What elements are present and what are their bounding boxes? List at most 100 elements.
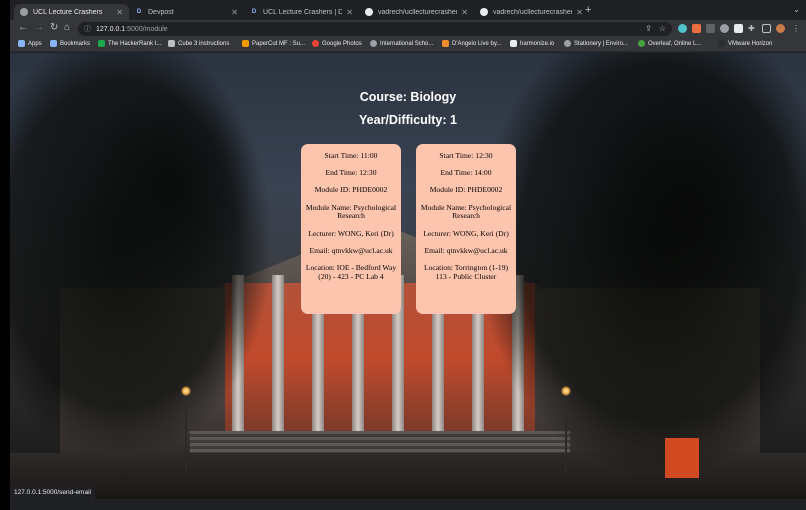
bookmark-label: PaperCut MF : Su...	[252, 40, 306, 47]
tab-github-repo-2[interactable]: vadrech/ucllecturecrashers ✕	[474, 4, 589, 20]
devpost-icon: D	[136, 9, 142, 15]
close-icon[interactable]: ✕	[116, 8, 123, 17]
lecturer: Lecturer: WONG, Keri (Dr)	[423, 228, 509, 238]
google-photos-icon	[312, 40, 319, 47]
info-icon[interactable]: ⓘ	[84, 24, 91, 34]
address-bar[interactable]: ⓘ 127.0.0.1:5000/module ⇪ ☆	[78, 22, 672, 36]
extension-icon[interactable]	[734, 24, 743, 33]
bookmark-harmonize[interactable]: harmonize.io	[510, 40, 554, 47]
extension-icon[interactable]	[678, 24, 687, 33]
extension-icon[interactable]	[706, 24, 715, 33]
bookmark-papercut[interactable]: PaperCut MF : Su...	[242, 40, 305, 47]
address-path: :5000/module	[125, 25, 168, 33]
tab-title: UCL Lecture Crashers | Devpo	[263, 8, 343, 16]
tab-devpost-project[interactable]: D UCL Lecture Crashers | Devpo ✕	[244, 4, 359, 20]
star-bookmark-icon[interactable]: ☆	[659, 24, 666, 33]
bookmark-label: Bookmarks	[60, 40, 91, 47]
status-url: 127.0.0.1:5000/send-email	[10, 487, 95, 499]
lecture-card[interactable]: Start Time: 12:30 End Time: 14:00 Module…	[416, 144, 516, 314]
tab-title: vadrech/ucllecturecrashers	[493, 8, 573, 16]
close-icon[interactable]: ✕	[231, 8, 238, 17]
puzzle-extensions-icon[interactable]: ✚	[748, 24, 755, 33]
background-sign	[665, 438, 699, 478]
cube-icon	[168, 40, 175, 47]
apps-grid-icon	[18, 40, 25, 47]
bookmark-label: Google Photos	[322, 40, 362, 47]
bookmark-dangelo[interactable]: D'Angelo Live by...	[442, 40, 501, 47]
avatar[interactable]	[776, 24, 785, 33]
address-host: 127.0.0.1	[96, 25, 126, 33]
star-icon	[50, 40, 57, 47]
location: Location: Torrington (1-19) 113 - Public…	[423, 263, 509, 281]
reload-icon[interactable]: ↻	[50, 22, 58, 33]
back-arrow-icon[interactable]: ←	[18, 22, 28, 33]
bookmark-label: Stationery | Enviro...	[574, 40, 628, 47]
tab-search-icon[interactable]: ⌄	[793, 5, 800, 14]
bookmark-apps[interactable]: Apps	[18, 40, 42, 47]
github-icon	[480, 8, 488, 16]
github-icon	[365, 8, 373, 16]
tab-ucl-lecture-crashers[interactable]: UCL Lecture Crashers ✕	[14, 4, 129, 20]
tab-title: Devpost	[148, 8, 174, 16]
toolbar: ← → ↻ ⌂ ⓘ 127.0.0.1:5000/module ⇪ ☆ ✚ ⋮	[10, 20, 806, 38]
globe-icon	[20, 8, 28, 16]
browser-window: UCL Lecture Crashers ✕ D Devpost ✕ D UCL…	[10, 0, 806, 510]
bookmark-hackerrank[interactable]: The HackerRank I...	[98, 40, 161, 47]
tab-title: vadrech/ucllecturecrashers	[378, 8, 458, 16]
tab-title: UCL Lecture Crashers	[33, 8, 103, 16]
home-icon[interactable]: ⌂	[64, 22, 70, 33]
papercut-icon	[242, 40, 249, 47]
lecture-card[interactable]: Start Time: 11:00 End Time: 12:30 Module…	[301, 144, 401, 314]
lamp-post	[565, 393, 567, 473]
bookmarks-bar: Apps Bookmarks The HackerRank I... Cube …	[10, 38, 806, 52]
share-icon[interactable]: ⇪	[645, 24, 652, 33]
start-time: Start Time: 11:00	[324, 151, 378, 160]
bookmark-overleaf[interactable]: Overleaf, Online L...	[638, 40, 701, 47]
start-time: Start Time: 12:30	[439, 151, 493, 160]
course-heading: Course: Biology	[359, 90, 457, 104]
bookmark-international-school[interactable]: International Scho...	[370, 40, 433, 47]
harmonize-icon	[510, 40, 517, 47]
devpost-icon: D	[251, 9, 257, 15]
extension-icon[interactable]	[692, 24, 701, 33]
close-icon[interactable]: ✕	[576, 8, 583, 17]
lamp-light	[181, 386, 191, 396]
tab-devpost[interactable]: D Devpost ✕	[129, 4, 244, 20]
bookmark-label: harmonize.io	[520, 40, 555, 47]
email: Email: qtnvkkw@ucl.ac.uk	[424, 245, 508, 255]
tab-github-repo-1[interactable]: vadrech/ucllecturecrashers ✕	[359, 4, 474, 20]
bookmark-stationery[interactable]: Stationery | Enviro...	[564, 40, 628, 47]
bookmark-bookmarks[interactable]: Bookmarks	[50, 40, 90, 47]
bookmark-label: The HackerRank I...	[108, 40, 162, 47]
sidebar-icon[interactable]	[762, 24, 771, 33]
module-id: Module ID: PHDE0002	[429, 185, 503, 195]
email: Email: qtnvkkw@ucl.ac.uk	[309, 245, 393, 255]
close-icon[interactable]: ✕	[346, 8, 353, 17]
lamp-light	[561, 386, 571, 396]
hackerrank-icon	[98, 40, 105, 47]
tab-strip: UCL Lecture Crashers ✕ D Devpost ✕ D UCL…	[10, 0, 806, 20]
bookmark-vmware[interactable]: VMware Horizon	[718, 40, 772, 47]
lecturer: Lecturer: WONG, Keri (Dr)	[308, 228, 394, 238]
end-time: End Time: 14:00	[440, 168, 492, 178]
bookmark-cube3[interactable]: Cube 3 instructions	[168, 40, 229, 47]
bookmark-label: Overleaf, Online L...	[648, 40, 702, 47]
globe-icon	[564, 40, 571, 47]
lamp-post	[185, 393, 187, 473]
end-time: End Time: 12:30	[325, 168, 377, 178]
kebab-menu-icon[interactable]: ⋮	[792, 24, 800, 33]
new-tab-button[interactable]: +	[585, 4, 591, 16]
page-content: Course: Biology Year/Difficulty: 1 Start…	[10, 53, 806, 499]
module-id: Module ID: PHDE0002	[314, 185, 388, 195]
extension-icon[interactable]	[720, 24, 729, 33]
year-heading: Year/Difficulty: 1	[359, 113, 457, 127]
bookmark-google-photos[interactable]: Google Photos	[312, 40, 362, 47]
bookmark-label: Apps	[28, 40, 42, 47]
bookmark-label: D'Angelo Live by...	[452, 40, 502, 47]
module-name: Module Name: Psychological Research	[420, 202, 512, 221]
location: Location: IOE - Bedford Way (20) - 423 -…	[305, 263, 397, 281]
close-icon[interactable]: ✕	[461, 8, 468, 17]
music-icon	[442, 40, 449, 47]
overleaf-icon	[638, 40, 645, 47]
forward-arrow-icon[interactable]: →	[34, 22, 44, 33]
